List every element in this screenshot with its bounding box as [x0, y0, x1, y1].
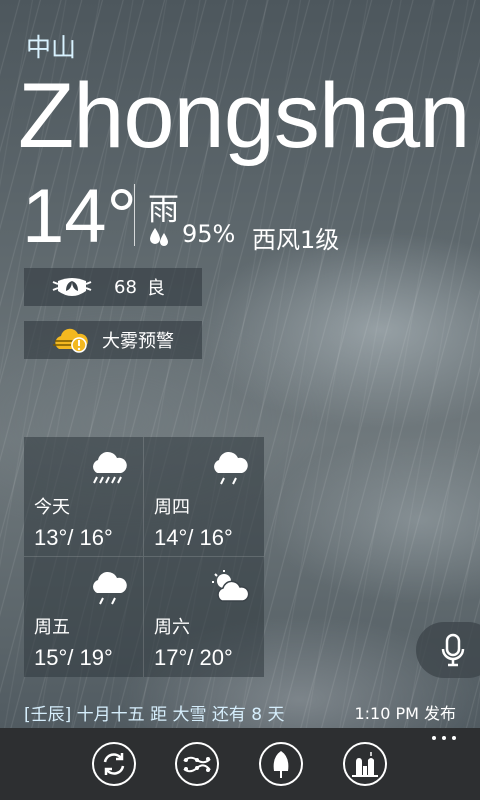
almanac-text: [壬辰] 十月十五 距 大雪 还有 8 天: [24, 705, 285, 725]
forecast-day: 周四: [154, 497, 190, 518]
more-icon[interactable]: [432, 736, 456, 740]
current-temperature: 14°: [22, 174, 137, 259]
forecast-tile-friday[interactable]: 周五 15°/ 19°: [24, 557, 144, 677]
city-name-english: Zhongshan: [18, 65, 470, 167]
forecast-range: 17°/ 20°: [154, 645, 233, 670]
current-condition: 雨: [148, 192, 179, 228]
forecast-day: 今天: [34, 497, 70, 518]
temperature-divider: [134, 184, 135, 246]
publish-time: 1:10 PM 发布: [354, 704, 456, 723]
microphone-icon: [441, 633, 465, 667]
forecast-range: 13°/ 16°: [34, 525, 113, 550]
rain-icon: [93, 571, 127, 605]
forecast-range: 15°/ 19°: [34, 645, 113, 670]
forecast-tile-saturday[interactable]: 周六 17°/ 20°: [144, 557, 264, 677]
city-button[interactable]: [343, 742, 387, 786]
mask-icon: [50, 271, 94, 303]
umbrella-icon: [273, 751, 289, 778]
forecast-day: 周六: [154, 617, 190, 638]
trend-button[interactable]: [175, 742, 219, 786]
rain-icon: [214, 451, 248, 485]
forecast-grid: 今天 13°/ 16° 周四 14°/ 16° 周五 15°/ 19° 周六 1…: [24, 437, 264, 677]
city-icon: [352, 752, 378, 777]
trend-icon: [183, 756, 211, 773]
refresh-button[interactable]: [92, 742, 136, 786]
warning-label: 大雾预警: [102, 331, 174, 352]
umbrella-button[interactable]: [259, 742, 303, 786]
aqi-badge[interactable]: 68 良: [24, 268, 202, 306]
forecast-tile-thursday[interactable]: 周四 14°/ 16°: [144, 437, 264, 557]
refresh-icon: [103, 753, 125, 775]
fog-warning-icon: [48, 324, 92, 356]
partly-cloudy-icon: [212, 570, 250, 602]
wind-value: 西风1级: [252, 226, 340, 254]
humidity-value: 95%: [182, 220, 236, 248]
voice-search-button[interactable]: [416, 622, 480, 678]
forecast-range: 14°/ 16°: [154, 525, 233, 550]
aqi-value: 68: [114, 276, 137, 298]
city-name-chinese[interactable]: 中山: [26, 28, 76, 64]
app-bar: [0, 728, 480, 800]
forecast-day: 周五: [34, 617, 70, 638]
heavy-rain-icon: [93, 451, 127, 484]
fog-warning-badge[interactable]: 大雾预警: [24, 321, 202, 359]
humidity-drop-icon: [150, 228, 168, 246]
aqi-label: 良: [146, 278, 165, 299]
forecast-tile-today[interactable]: 今天 13°/ 16°: [24, 437, 144, 557]
